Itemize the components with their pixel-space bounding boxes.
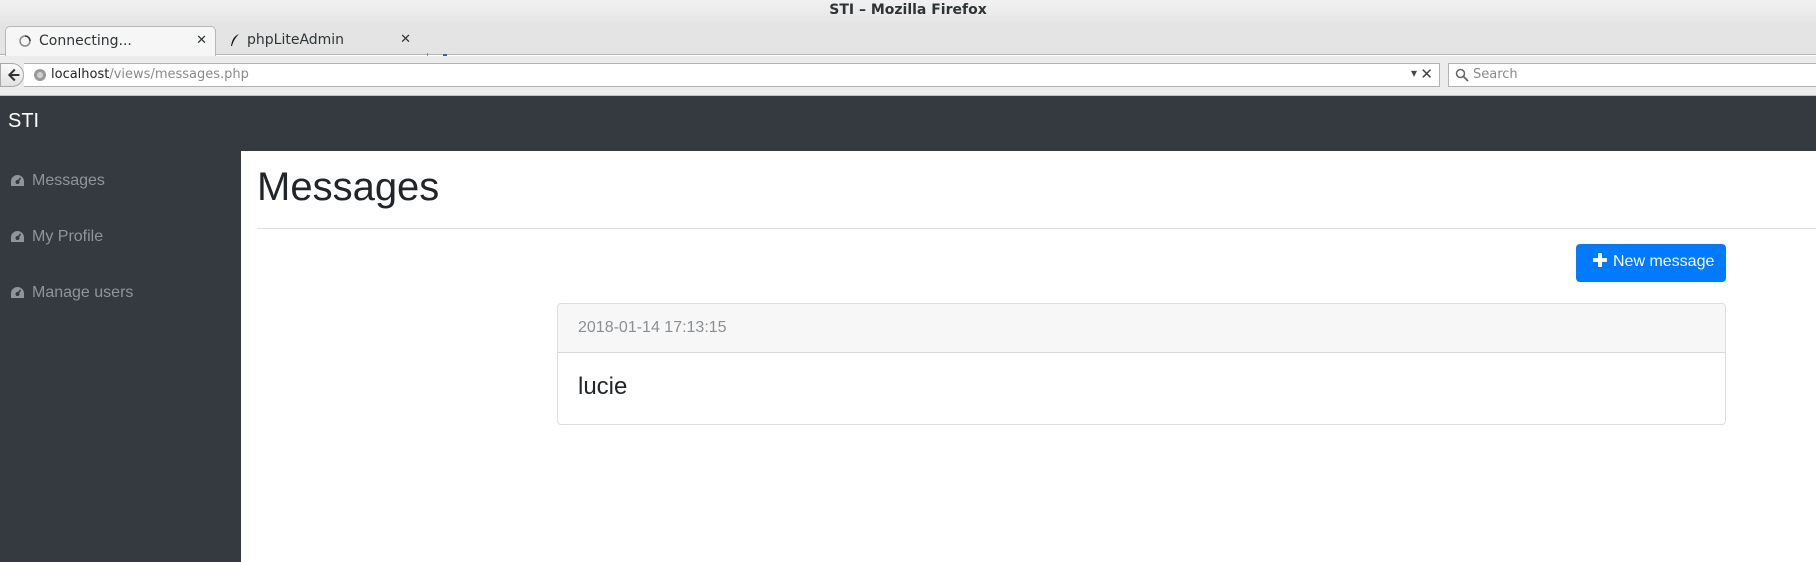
url-bar[interactable]: localhost/views/messages.php ▾ ✕ [24, 63, 1440, 87]
browser-window: STI – Mozilla Firefox Connecting... ✕ ph… [0, 0, 1816, 562]
app-top-navbar: STI [0, 96, 1816, 151]
search-input[interactable] [1473, 67, 1803, 82]
tab-close-icon[interactable]: ✕ [400, 26, 411, 54]
web-page: STI Messages My Profile Manage users Mes… [0, 96, 1816, 562]
message-card: 2018-01-14 17:13:15 lucie [557, 303, 1726, 425]
tab-phpliteadmin[interactable]: phpLiteAdmin ✕ [224, 26, 424, 55]
sidebar-item-label: Manage users [32, 284, 134, 301]
loading-icon [19, 35, 31, 47]
message-timestamp: 2018-01-14 17:13:15 [578, 319, 727, 336]
tab-label: phpLiteAdmin [247, 32, 345, 48]
plus-icon [1593, 253, 1607, 267]
title-divider [257, 228, 1816, 229]
back-button[interactable] [0, 63, 24, 87]
tab-label: Connecting... [39, 33, 132, 49]
globe-icon [34, 69, 46, 81]
tab-strip: Connecting... ✕ phpLiteAdmin ✕ [0, 23, 1816, 76]
navigation-toolbar: localhost/views/messages.php ▾ ✕ [0, 56, 1816, 96]
url-dropdown-icon[interactable]: ▾ [1411, 66, 1417, 80]
tab-connecting[interactable]: Connecting... ✕ [5, 26, 216, 56]
url-path: /views/messages.php [109, 67, 249, 82]
window-title: STI – Mozilla Firefox [0, 0, 1816, 23]
message-text: lucie [578, 373, 628, 400]
sidebar-item-label: My Profile [32, 228, 104, 245]
back-arrow-icon [7, 68, 20, 82]
url-text: localhost/views/messages.php [51, 67, 249, 82]
new-message-label: New message [1613, 253, 1715, 270]
search-box[interactable] [1448, 63, 1816, 87]
brand-link[interactable]: STI [8, 110, 39, 133]
search-icon [1455, 68, 1469, 82]
dashboard-icon [11, 175, 24, 186]
dashboard-icon [11, 231, 24, 242]
page-title: Messages [257, 165, 440, 209]
sidebar: Messages My Profile Manage users [0, 151, 241, 562]
new-message-button[interactable]: New message [1576, 244, 1726, 282]
stop-icon[interactable]: ✕ [1420, 65, 1433, 83]
tab-close-icon[interactable]: ✕ [196, 27, 207, 55]
sidebar-item-label: Messages [32, 172, 105, 189]
url-host: localhost [51, 67, 110, 82]
feather-icon [231, 34, 239, 46]
dashboard-icon [11, 287, 24, 298]
message-card-header: 2018-01-14 17:13:15 [558, 304, 1725, 353]
main-content: Messages New message 2018-01-14 17:13:15… [241, 151, 1816, 562]
